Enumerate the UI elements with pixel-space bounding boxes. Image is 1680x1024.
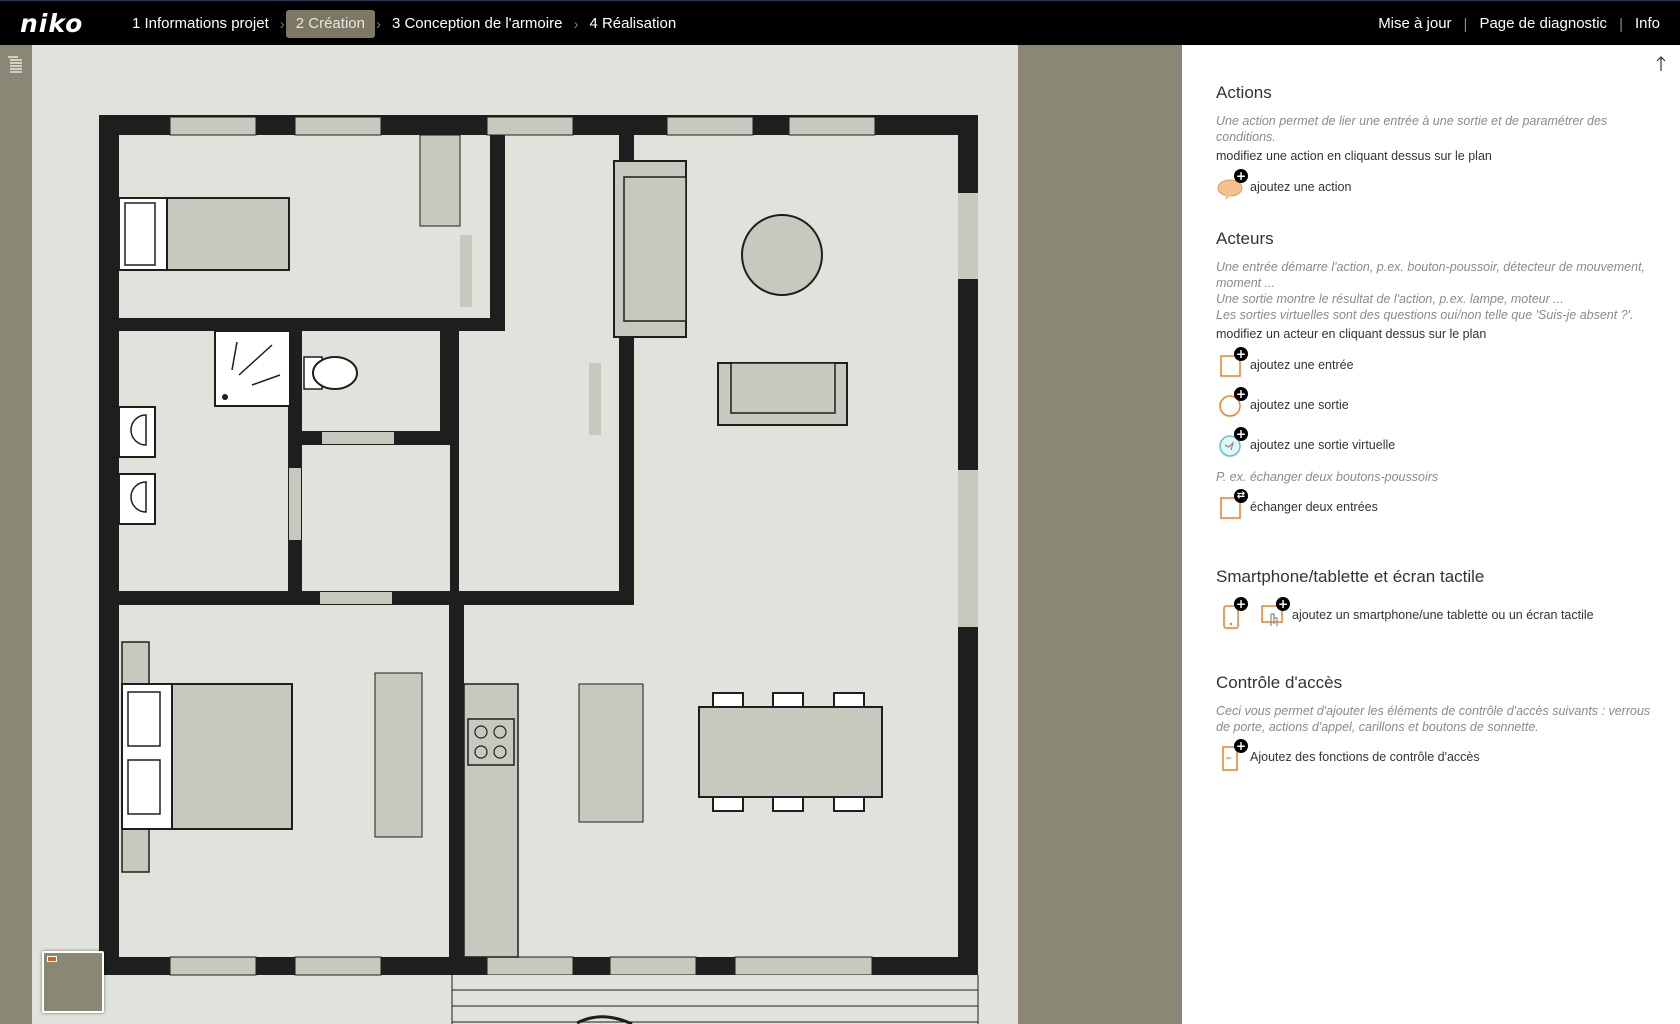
add-virtual-output-button[interactable]: + ajoutez une sortie virtuelle bbox=[1216, 427, 1656, 463]
add-access-control-button[interactable]: + Ajoutez des fonctions de contrôle d'ac… bbox=[1216, 739, 1656, 775]
actors-note: modifiez un acteur en cliquant dessus su… bbox=[1216, 327, 1487, 341]
info-link[interactable]: Info bbox=[1635, 10, 1660, 38]
access-control-description: Ceci vous permet d'ajouter les éléments … bbox=[1216, 704, 1651, 734]
actors-section: Acteurs Une entrée démarre l'action, p.e… bbox=[1216, 229, 1656, 525]
canvas-margin bbox=[1018, 45, 1182, 1024]
top-bar: niko 1 Informations projet › 2 Création … bbox=[0, 0, 1680, 45]
swap-description: P. ex. échanger deux boutons-poussoirs bbox=[1216, 470, 1439, 484]
actions-section: Actions Une action permet de lier une en… bbox=[1216, 83, 1656, 205]
touchscreen-icon[interactable]: + bbox=[1258, 597, 1290, 630]
input-icon: + bbox=[1216, 347, 1248, 380]
add-action-label: ajoutez une action bbox=[1250, 180, 1352, 194]
add-smartphone-button[interactable]: + + ajoutez un smartphone/une tablette o… bbox=[1216, 597, 1656, 633]
tools-panel: Actions Une action permet de lier une en… bbox=[1182, 45, 1680, 1024]
smartphone-section: Smartphone/tablette et écran tactile + +… bbox=[1216, 567, 1656, 633]
access-control-icon: + bbox=[1216, 739, 1248, 772]
chevron-right-icon: › bbox=[375, 15, 381, 33]
smartphone-title: Smartphone/tablette et écran tactile bbox=[1216, 567, 1485, 586]
actions-description: Une action permet de lier une entrée à u… bbox=[1216, 114, 1608, 144]
add-access-control-label: Ajoutez des fonctions de contrôle d'accè… bbox=[1250, 750, 1480, 764]
actions-title: Actions bbox=[1216, 83, 1272, 102]
output-icon: + bbox=[1216, 387, 1248, 420]
add-input-label: ajoutez une entrée bbox=[1250, 358, 1354, 372]
nav-divider: | bbox=[1619, 15, 1623, 33]
plan-minimap[interactable] bbox=[42, 951, 104, 1013]
add-action-button[interactable]: + ajoutez une action bbox=[1216, 169, 1656, 205]
floor-plan[interactable] bbox=[32, 45, 1018, 1024]
chevron-right-icon: › bbox=[279, 15, 285, 33]
menu-icon[interactable] bbox=[7, 55, 23, 73]
action-bubble-icon: + bbox=[1216, 169, 1248, 202]
add-smartphone-label: ajoutez un smartphone/une tablette ou un… bbox=[1292, 608, 1594, 622]
access-control-title: Contrôle d'accès bbox=[1216, 673, 1343, 692]
actions-note: modifiez une action en cliquant dessus s… bbox=[1216, 149, 1492, 163]
left-toolbar bbox=[0, 45, 32, 1024]
step-creation[interactable]: 2 Création bbox=[285, 10, 375, 38]
swap-icon: ⇄ bbox=[1216, 489, 1248, 522]
add-output-button[interactable]: + ajoutez une sortie bbox=[1216, 387, 1656, 423]
diagnostic-link[interactable]: Page de diagnostic bbox=[1479, 10, 1607, 38]
add-virtual-output-label: ajoutez une sortie virtuelle bbox=[1250, 438, 1396, 452]
access-control-section: Contrôle d'accès Ceci vous permet d'ajou… bbox=[1216, 673, 1656, 775]
swap-inputs-button[interactable]: ⇄ échanger deux entrées bbox=[1216, 489, 1656, 525]
step-realisation[interactable]: 4 Réalisation bbox=[579, 10, 686, 38]
chevron-right-icon: › bbox=[573, 15, 579, 33]
swap-inputs-label: échanger deux entrées bbox=[1250, 500, 1378, 514]
virtual-output-icon: + bbox=[1216, 427, 1248, 460]
actors-desc-virtual: Les sorties virtuelles sont des question… bbox=[1216, 308, 1634, 322]
top-navigation: Mise à jour | Page de diagnostic | Info bbox=[1378, 10, 1660, 38]
collapse-up-icon[interactable] bbox=[1654, 53, 1668, 73]
actors-title: Acteurs bbox=[1216, 229, 1274, 248]
smartphone-icon[interactable]: + bbox=[1216, 597, 1248, 630]
actors-desc-output: Une sortie montre le résultat de l'actio… bbox=[1216, 292, 1564, 306]
step-cabinet-design[interactable]: 3 Conception de l'armoire bbox=[382, 10, 572, 38]
step-navigation: 1 Informations projet › 2 Création › 3 C… bbox=[122, 10, 686, 38]
step-project-info[interactable]: 1 Informations projet bbox=[122, 10, 279, 38]
add-input-button[interactable]: + ajoutez une entrée bbox=[1216, 347, 1656, 383]
nav-divider: | bbox=[1463, 15, 1468, 33]
actors-desc-input: Une entrée démarre l'action, p.ex. bouto… bbox=[1216, 260, 1646, 290]
floor-plan-canvas[interactable] bbox=[32, 45, 1018, 1024]
add-output-label: ajoutez une sortie bbox=[1250, 398, 1349, 412]
niko-logo[interactable]: niko bbox=[20, 9, 83, 38]
minimap-marker-icon bbox=[47, 956, 57, 962]
update-link[interactable]: Mise à jour bbox=[1378, 10, 1451, 38]
